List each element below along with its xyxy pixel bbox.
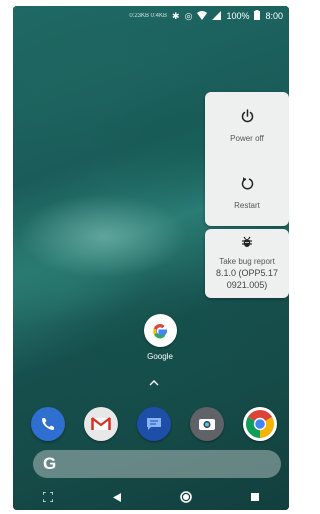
- google-search-bar[interactable]: G: [33, 450, 281, 478]
- status-bar: 0:23KB 0:4KB ✱ ◎ 100% 8:00: [13, 6, 289, 26]
- google-icon: [143, 314, 177, 347]
- messages-icon[interactable]: [137, 407, 171, 441]
- restart-label: Restart: [234, 200, 260, 210]
- navigation-bar: [13, 484, 289, 510]
- google-search-logo: G: [43, 454, 57, 473]
- clock: 8:00: [265, 11, 283, 21]
- camera-icon[interactable]: [190, 407, 224, 441]
- build-version-2: 0921.005): [226, 280, 268, 290]
- wifi-icon: [197, 10, 208, 22]
- back-icon[interactable]: [97, 492, 137, 502]
- google-app[interactable]: Google: [140, 314, 180, 361]
- gmail-icon[interactable]: [84, 407, 118, 441]
- data-saver-icon: ◎: [184, 10, 193, 21]
- app-drawer-chevron-icon[interactable]: [149, 378, 159, 389]
- battery-icon: [254, 10, 261, 22]
- bug-report-button[interactable]: Take bug report 8.1.0 (OPP5.17 0921.005): [205, 229, 289, 298]
- google-app-label: Google: [147, 352, 173, 361]
- phone-icon[interactable]: [31, 407, 65, 441]
- power-off-button[interactable]: Power off: [205, 92, 289, 159]
- recents-icon[interactable]: [235, 493, 275, 501]
- usb-icon: ✱: [172, 10, 180, 21]
- chrome-icon[interactable]: [243, 407, 277, 441]
- build-version: 8.1.0 (OPP5.17: [215, 268, 279, 278]
- power-menu-main: Power off Restart: [205, 92, 289, 226]
- power-icon: [241, 108, 254, 126]
- home-icon[interactable]: [166, 491, 206, 503]
- battery-percent: 100%: [226, 11, 250, 21]
- power-off-label: Power off: [230, 133, 264, 143]
- power-menu: Power off Restart Take bug report 8.1.0 …: [205, 92, 289, 298]
- restart-button[interactable]: Restart: [205, 159, 289, 226]
- bug-report-label: Take bug report: [219, 257, 275, 266]
- dock: [31, 404, 277, 444]
- bug-icon: [241, 236, 253, 252]
- screenshot-icon[interactable]: [28, 492, 68, 502]
- restart-icon: [241, 176, 254, 193]
- phone-screen: 0:23KB 0:4KB ✱ ◎ 100% 8:00 Power off Res…: [13, 6, 289, 510]
- signal-icon: [212, 10, 222, 22]
- network-speed: 0:23KB 0:4KB: [129, 13, 168, 19]
